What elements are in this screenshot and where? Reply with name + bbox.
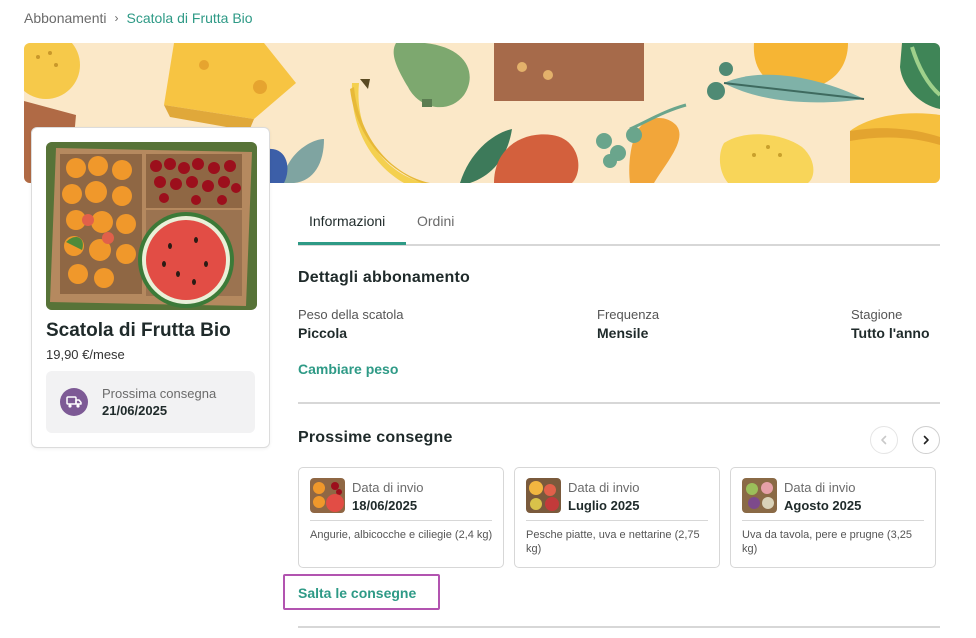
next-delivery-box: Prossima consegna 21/06/2025	[46, 371, 255, 433]
section-divider	[298, 402, 940, 404]
fruit-box-photo	[46, 142, 257, 310]
product-price: 19,90 €/mese	[46, 347, 125, 362]
next-delivery-label: Prossima consegna	[102, 386, 217, 401]
delivery-card[interactable]: Data di invio Luglio 2025 Pesche piatte,…	[514, 467, 720, 568]
card-divider	[310, 520, 492, 521]
product-title: Scatola di Frutta Bio	[46, 320, 231, 341]
season-label: Stagione	[851, 307, 903, 322]
chevron-right-icon	[923, 435, 929, 445]
change-weight-link[interactable]: Cambiare peso	[298, 361, 398, 377]
delivery-thumbnail	[526, 478, 561, 513]
delivery-contents: Pesche piatte, uva e nettarine (2,75 kg)	[526, 529, 700, 555]
carousel-prev-button[interactable]	[870, 426, 898, 454]
ship-date-label: Data di invio	[352, 480, 424, 495]
tab-ordini[interactable]: Ordini	[417, 213, 454, 229]
ship-date-label: Data di invio	[784, 480, 856, 495]
box-weight-label: Peso della scatola	[298, 307, 404, 322]
delivery-thumbnail	[742, 478, 777, 513]
subscription-summary-card: Scatola di Frutta Bio 19,90 €/mese Pross…	[31, 127, 270, 448]
active-tab-indicator	[298, 242, 406, 245]
deliveries-title: Prossime consegne	[298, 429, 453, 446]
ship-date-value: Luglio 2025	[568, 498, 640, 513]
card-divider	[526, 520, 708, 521]
box-weight-value: Piccola	[298, 325, 348, 341]
breadcrumb-current: Scatola di Frutta Bio	[126, 10, 253, 26]
delivery-thumbnail	[310, 478, 345, 513]
breadcrumb: Abbonamenti › Scatola di Frutta Bio	[24, 10, 253, 26]
chevron-right-icon: ›	[114, 11, 119, 25]
ship-date-value: 18/06/2025	[352, 498, 418, 513]
breadcrumb-subscriptions-link[interactable]: Abbonamenti	[24, 10, 107, 26]
delivery-card[interactable]: Data di invio 18/06/2025 Angurie, albico…	[298, 467, 504, 568]
ship-date-value: Agosto 2025	[784, 498, 862, 513]
tab-informazioni[interactable]: Informazioni	[309, 213, 385, 229]
skip-deliveries-link[interactable]: Salta le consegne	[298, 585, 416, 601]
carousel-next-button[interactable]	[912, 426, 940, 454]
delivery-contents: Angurie, albicocche e ciliegie (2,4 kg)	[310, 529, 493, 541]
season-value: Tutto l'anno	[851, 325, 930, 341]
section-divider	[298, 626, 940, 628]
delivery-contents: Uva da tavola, pere e prugne (3,25 kg)	[742, 529, 913, 555]
ship-date-label: Data di invio	[568, 480, 640, 495]
chevron-left-icon	[881, 435, 887, 445]
details-title: Dettagli abbonamento	[298, 269, 471, 286]
delivery-card[interactable]: Data di invio Agosto 2025 Uva da tavola,…	[730, 467, 936, 568]
frequency-label: Frequenza	[597, 307, 660, 322]
frequency-value: Mensile	[597, 325, 649, 341]
card-divider	[742, 520, 924, 521]
tab-bar: Informazioni Ordini	[298, 200, 940, 246]
truck-icon	[60, 388, 88, 416]
next-delivery-date: 21/06/2025	[102, 403, 168, 418]
